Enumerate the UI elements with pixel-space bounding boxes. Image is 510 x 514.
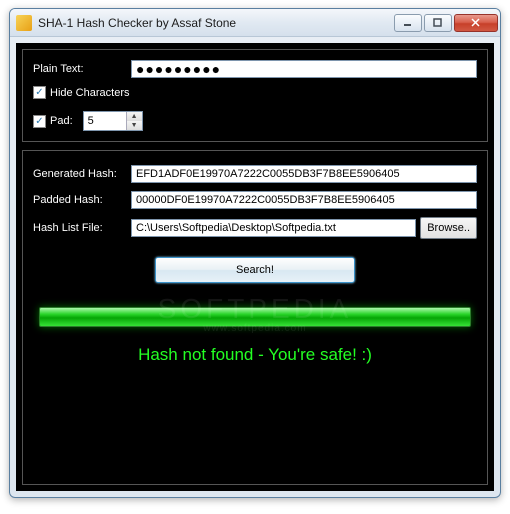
hide-chars-checkbox[interactable]: ✓ xyxy=(33,86,46,99)
spinner-arrows: ▲ ▼ xyxy=(126,112,142,130)
close-icon xyxy=(471,18,481,28)
app-icon xyxy=(16,15,32,31)
pad-row: ✓ Pad: ▲ ▼ xyxy=(33,111,477,131)
hide-chars-label: Hide Characters xyxy=(50,87,129,99)
result-message: Hash not found - You're safe! :) xyxy=(33,345,477,365)
plain-text-row: Plain Text: ●●●●●●●●● xyxy=(33,60,477,78)
padded-hash-field[interactable] xyxy=(131,191,477,209)
padded-hash-label: Padded Hash: xyxy=(33,194,131,206)
maximize-icon xyxy=(433,18,443,28)
pad-value-input[interactable] xyxy=(84,112,126,130)
padded-hash-row: Padded Hash: xyxy=(33,191,477,209)
spinner-down-icon[interactable]: ▼ xyxy=(127,121,142,130)
plain-text-input[interactable]: ●●●●●●●●● xyxy=(131,60,477,78)
titlebar[interactable]: SHA-1 Hash Checker by Assaf Stone xyxy=(10,9,500,37)
minimize-button[interactable] xyxy=(394,14,422,32)
pad-spinner[interactable]: ▲ ▼ xyxy=(83,111,143,131)
minimize-icon xyxy=(403,18,413,28)
hash-list-row: Hash List File: Browse.. xyxy=(33,217,477,239)
output-group: Generated Hash: Padded Hash: Hash List F… xyxy=(22,150,488,485)
generated-hash-field[interactable] xyxy=(131,165,477,183)
generated-hash-row: Generated Hash: xyxy=(33,165,477,183)
progress-bar xyxy=(39,307,471,327)
close-button[interactable] xyxy=(454,14,498,32)
search-button[interactable]: Search! xyxy=(155,257,355,283)
window-title: SHA-1 Hash Checker by Assaf Stone xyxy=(38,16,392,30)
plain-text-label: Plain Text: xyxy=(33,63,131,75)
browse-button[interactable]: Browse.. xyxy=(420,217,477,239)
window-controls xyxy=(392,14,498,32)
input-group: Plain Text: ●●●●●●●●● ✓ Hide Characters … xyxy=(22,49,488,142)
pad-checkbox[interactable]: ✓ xyxy=(33,115,46,128)
maximize-button[interactable] xyxy=(424,14,452,32)
pad-label: Pad: xyxy=(50,115,73,127)
hash-list-file-field[interactable] xyxy=(131,219,416,237)
generated-hash-label: Generated Hash: xyxy=(33,168,131,180)
client-area: Plain Text: ●●●●●●●●● ✓ Hide Characters … xyxy=(16,43,494,491)
application-window: SHA-1 Hash Checker by Assaf Stone Plain … xyxy=(9,8,501,498)
hash-list-label: Hash List File: xyxy=(33,222,131,234)
spinner-up-icon[interactable]: ▲ xyxy=(127,112,142,121)
hide-chars-row: ✓ Hide Characters xyxy=(33,86,477,99)
